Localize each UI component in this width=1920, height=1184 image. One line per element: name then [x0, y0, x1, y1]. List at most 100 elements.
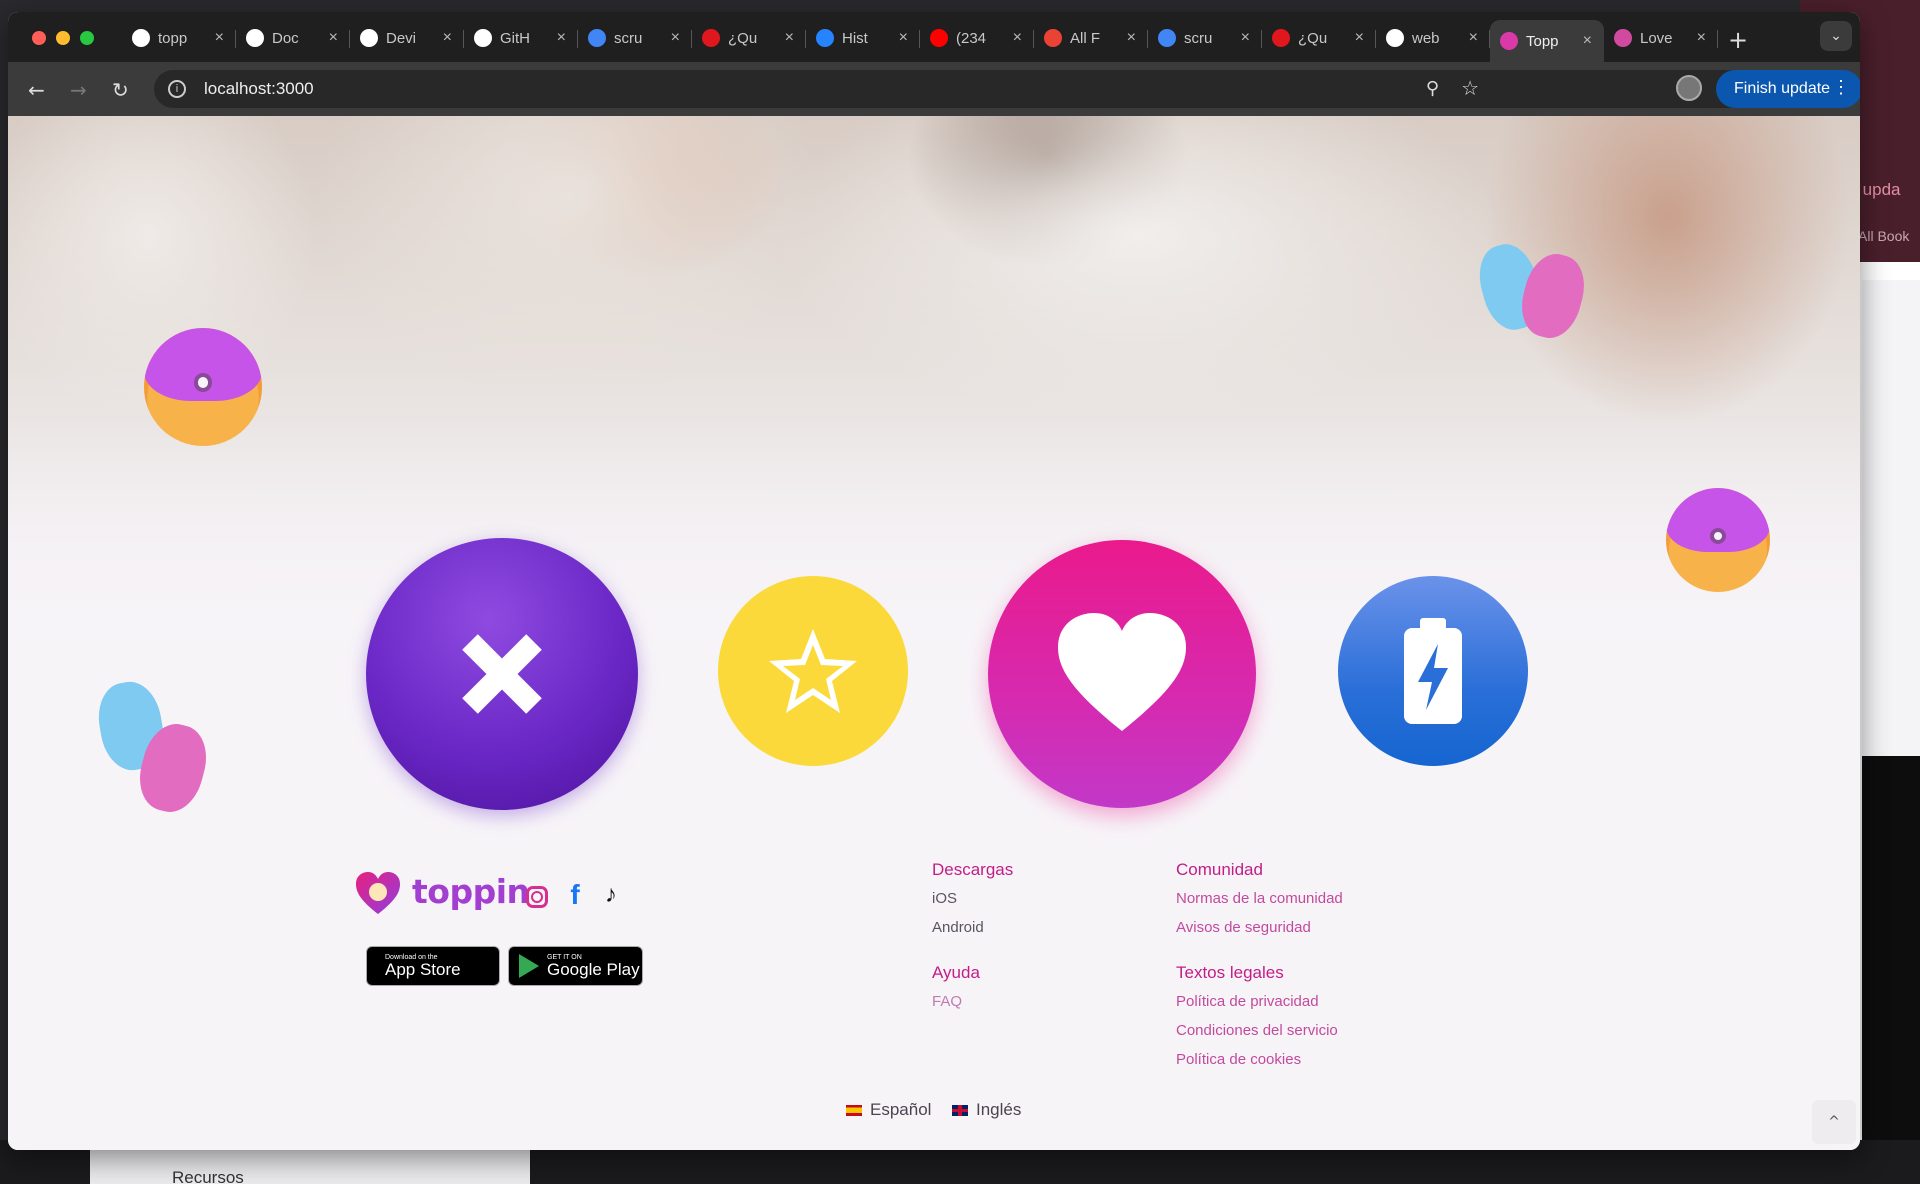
language-english[interactable]: Inglés	[952, 1100, 1021, 1120]
textos-legales-heading: Textos legales	[1176, 963, 1284, 982]
boost-button[interactable]	[1338, 576, 1528, 766]
dislike-button[interactable]	[366, 538, 638, 810]
battery-bolt-icon	[1404, 618, 1462, 724]
donut-icon	[144, 328, 262, 446]
browser-tab[interactable]: Hist ×	[806, 20, 920, 56]
browser-tab[interactable]: web ×	[1376, 20, 1490, 56]
atlassian-icon	[816, 29, 834, 47]
google-icon	[1158, 29, 1176, 47]
close-tab-icon[interactable]: ×	[1583, 32, 1592, 50]
google-icon	[588, 29, 606, 47]
address-bar[interactable]: i localhost:3000 ⚲ ☆	[154, 70, 1844, 108]
uk-flag-icon	[952, 1104, 968, 1116]
app-store-big-text: App Store	[385, 960, 461, 979]
browser-tab[interactable]: ¿Qu ×	[692, 20, 806, 56]
close-tab-icon[interactable]: ×	[671, 29, 680, 47]
browser-tab[interactable]: scru ×	[1148, 20, 1262, 56]
close-tab-icon[interactable]: ×	[1469, 29, 1478, 47]
close-tab-icon[interactable]: ×	[1127, 29, 1136, 47]
openai-icon	[246, 29, 264, 47]
close-tab-icon[interactable]: ×	[329, 29, 338, 47]
browser-tab[interactable]: Doc ×	[236, 20, 350, 56]
browser-tab[interactable]: Topp ×	[1490, 20, 1604, 62]
tab-title: Topp	[1526, 32, 1559, 50]
close-tab-icon[interactable]: ×	[1013, 29, 1022, 47]
tiktok-icon[interactable]: ♪	[598, 881, 624, 908]
donut-icon	[1666, 488, 1770, 592]
language-spanish[interactable]: Español	[846, 1100, 931, 1120]
close-tab-icon[interactable]: ×	[443, 29, 452, 47]
language-english-label: Inglés	[976, 1100, 1022, 1119]
close-icon	[462, 634, 542, 714]
reload-button[interactable]: ↻	[112, 78, 129, 102]
gmail-icon	[1044, 29, 1062, 47]
toppin-icon	[1500, 32, 1518, 50]
close-window-button[interactable]	[32, 31, 46, 45]
github-icon	[360, 29, 378, 47]
close-tab-icon[interactable]: ×	[1355, 29, 1364, 47]
browser-tab[interactable]: All F ×	[1034, 20, 1148, 56]
gummy-bears-icon	[1468, 236, 1598, 346]
ios-link[interactable]: iOS	[932, 890, 957, 907]
facebook-icon[interactable]: f	[562, 879, 588, 910]
heart-icon	[1058, 613, 1186, 731]
more-menu-icon[interactable]: ⋮	[1832, 77, 1850, 98]
avisos-link[interactable]: Avisos de seguridad	[1176, 919, 1311, 936]
android-link[interactable]: Android	[932, 919, 984, 936]
instagram-icon[interactable]	[526, 886, 548, 908]
tab-title: (234	[956, 29, 987, 47]
superlike-button[interactable]	[718, 576, 908, 766]
love-icon	[1614, 29, 1632, 47]
privacidad-link[interactable]: Política de privacidad	[1176, 993, 1319, 1010]
url-text[interactable]: localhost:3000	[204, 79, 314, 99]
tab-title: GitH	[500, 29, 530, 47]
browser-tab[interactable]: Love ×	[1604, 20, 1718, 56]
descargas-heading: Descargas	[932, 860, 1014, 879]
close-tab-icon[interactable]: ×	[1697, 29, 1706, 47]
close-tab-icon[interactable]: ×	[557, 29, 566, 47]
github-icon	[474, 29, 492, 47]
close-tab-icon[interactable]: ×	[1241, 29, 1250, 47]
close-tab-icon[interactable]: ×	[215, 29, 224, 47]
udemy-icon	[702, 29, 720, 47]
browser-tab[interactable]: Devi ×	[350, 20, 464, 56]
profile-avatar[interactable]	[1676, 75, 1702, 101]
page-content: toppin f ♪ Download on the App Store GET…	[8, 116, 1860, 1150]
tab-title: Love	[1640, 29, 1673, 47]
tab-search-button[interactable]: ⌄	[1820, 21, 1852, 51]
forward-button[interactable]: →	[70, 78, 87, 102]
comunidad-heading: Comunidad	[1176, 860, 1263, 879]
tab-title: All F	[1070, 29, 1100, 47]
ayuda-heading: Ayuda	[932, 963, 980, 982]
udemy-icon	[1272, 29, 1290, 47]
zoom-icon[interactable]: ⚲	[1426, 78, 1439, 99]
tab-title: Devi	[386, 29, 417, 47]
app-store-badge[interactable]: Download on the App Store	[366, 946, 500, 986]
browser-tab[interactable]: scru ×	[578, 20, 692, 56]
minimize-window-button[interactable]	[56, 31, 70, 45]
condiciones-link[interactable]: Condiciones del servicio	[1176, 1022, 1338, 1039]
browser-tab[interactable]: ¿Qu ×	[1262, 20, 1376, 56]
maximize-window-button[interactable]	[80, 31, 94, 45]
background-books-text: All Book	[1858, 228, 1910, 244]
bookmark-star-icon[interactable]: ☆	[1461, 76, 1479, 100]
tab-title: ¿Qu	[1298, 29, 1328, 47]
site-info-icon[interactable]: i	[168, 80, 186, 98]
close-tab-icon[interactable]: ×	[785, 29, 794, 47]
browser-tab[interactable]: GitH ×	[464, 20, 578, 56]
finish-update-button[interactable]: Finish update ⋮	[1716, 70, 1860, 108]
normas-link[interactable]: Normas de la comunidad	[1176, 890, 1343, 907]
close-tab-icon[interactable]: ×	[899, 29, 908, 47]
faq-link[interactable]: FAQ	[932, 993, 962, 1010]
cookies-link[interactable]: Política de cookies	[1176, 1051, 1301, 1068]
tab-bar: topp × Doc × Devi × GitH × scru × ¿Qu × Hist × (234 × Al…	[8, 12, 1860, 62]
browser-tab[interactable]: topp ×	[122, 20, 236, 56]
like-button[interactable]	[988, 540, 1256, 808]
browser-tab[interactable]: (234 ×	[920, 20, 1034, 56]
browser-window: topp × Doc × Devi × GitH × scru × ¿Qu × Hist × (234 × Al…	[8, 12, 1860, 1150]
back-button[interactable]: ←	[28, 78, 45, 102]
google-play-badge[interactable]: GET IT ON Google Play	[508, 946, 643, 986]
tab-title: web	[1412, 29, 1440, 47]
scroll-top-button[interactable]: ^	[1812, 1100, 1856, 1144]
new-tab-button[interactable]: +	[1728, 26, 1748, 54]
